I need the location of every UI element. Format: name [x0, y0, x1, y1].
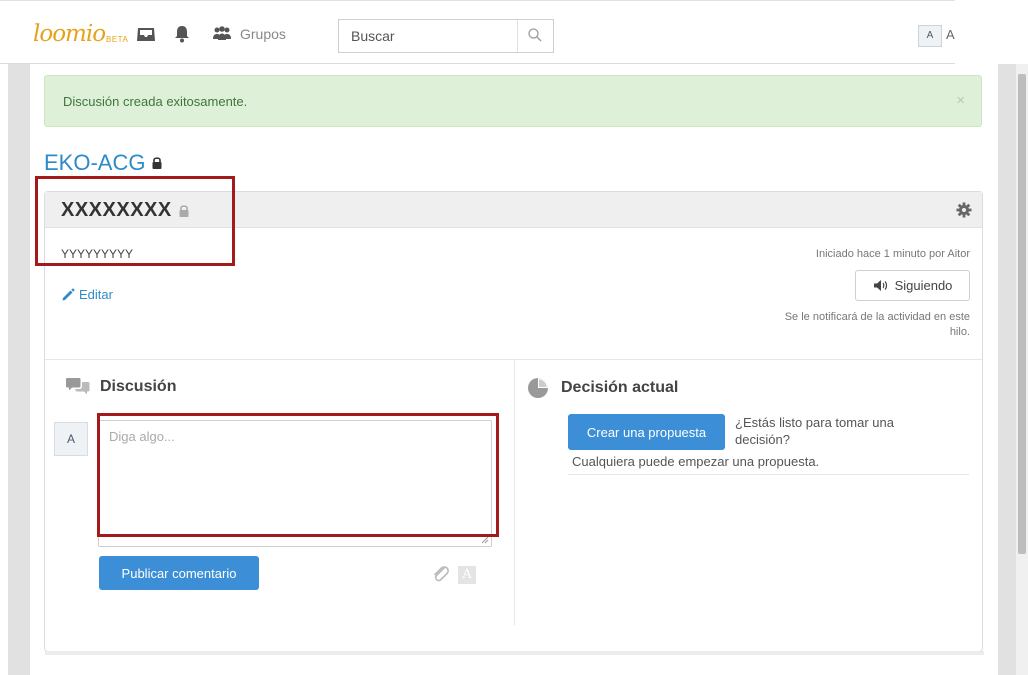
groups-menu[interactable]: Grupos: [212, 23, 286, 45]
right-gutter: [998, 64, 1016, 675]
formatting-icon[interactable]: A: [458, 566, 476, 584]
beta-badge: BETA: [106, 35, 129, 44]
follow-note: Se le notificará de la actividad en este…: [784, 311, 970, 338]
bell-icon[interactable]: [172, 25, 192, 43]
column-divider: [514, 360, 515, 625]
follow-label: Siguiendo: [894, 278, 953, 293]
decision-heading-text: Decisión actual: [561, 379, 679, 396]
user-avatar[interactable]: A: [918, 25, 942, 47]
search-separator: [517, 20, 518, 52]
ready-question: ¿Estás listo para tomar una decisión?: [735, 415, 894, 447]
pencil-icon: [62, 288, 75, 300]
groups-icon: [213, 26, 231, 40]
loomio-page: loomio BETA Grupos Buscar A A Discusión …: [0, 0, 1028, 675]
decision-rule: [568, 474, 969, 475]
loomio-logo[interactable]: loomio BETA: [33, 21, 128, 49]
group-link[interactable]: EKO-ACG: [44, 150, 163, 176]
anyone-proposal-text: Cualquiera puede empezar una propuesta.: [572, 454, 820, 469]
discussion-heading: Discusión: [66, 377, 176, 397]
highlight-box-comment: [97, 413, 499, 537]
volume-icon: [873, 280, 887, 291]
search-icon[interactable]: [527, 27, 543, 43]
publish-comment-button[interactable]: Publicar comentario: [99, 556, 259, 590]
groups-label: Grupos: [240, 26, 286, 42]
pie-chart-icon: [528, 378, 548, 398]
decision-heading: Decisión actual: [527, 377, 678, 399]
card-bottom-bar: [45, 651, 984, 655]
comment-avatar: A: [54, 422, 88, 456]
comments-icon: [66, 378, 90, 395]
paperclip-icon[interactable]: [431, 564, 451, 584]
user-name[interactable]: A: [946, 27, 955, 42]
started-by-text: Iniciado hace 1 minuto por Aitor: [815, 248, 970, 260]
group-name: EKO-ACG: [44, 150, 146, 175]
logo-wordmark: loomio: [33, 21, 106, 47]
edit-label: Editar: [79, 287, 113, 302]
follow-button[interactable]: Siguiendo: [855, 270, 970, 301]
lock-icon: [152, 157, 162, 169]
scrollbar-thumb[interactable]: [1018, 74, 1026, 554]
gear-icon[interactable]: [956, 202, 972, 218]
top-navbar: loomio BETA Grupos Buscar A A: [0, 0, 955, 64]
flash-message: Discusión creada exitosamente.: [63, 94, 248, 109]
resize-handle-icon[interactable]: [481, 536, 489, 544]
left-gutter: [8, 64, 30, 675]
search-input[interactable]: [339, 20, 517, 52]
create-proposal-button[interactable]: Crear una propuesta: [568, 414, 725, 450]
search-box: [338, 19, 554, 53]
close-icon[interactable]: ×: [956, 92, 965, 109]
discussion-heading-text: Discusión: [100, 378, 177, 395]
edit-button[interactable]: Editar: [61, 287, 113, 302]
success-flash: Discusión creada exitosamente. ×: [44, 75, 982, 127]
highlight-box-title: [35, 176, 235, 266]
inbox-icon[interactable]: [136, 25, 156, 43]
